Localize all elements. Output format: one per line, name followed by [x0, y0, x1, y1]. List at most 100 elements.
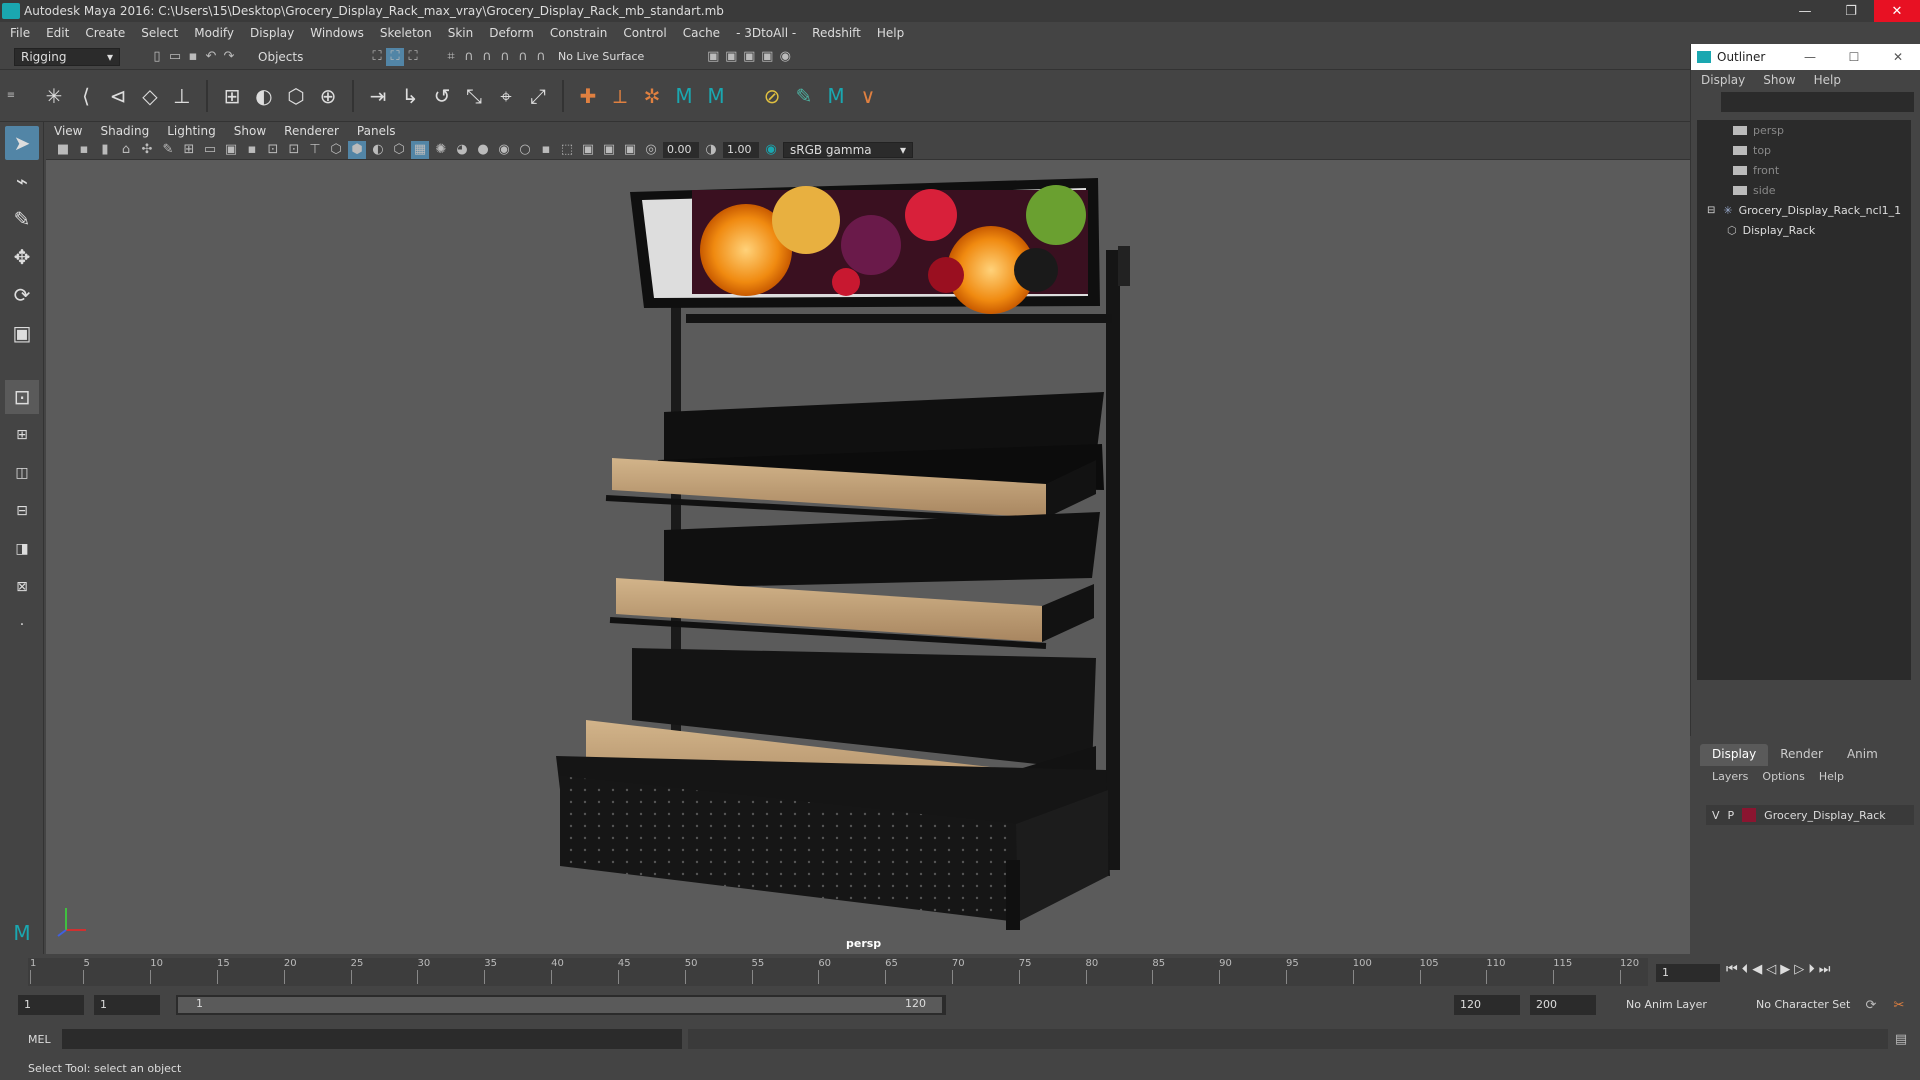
lights-icon[interactable]: ✺ [432, 141, 450, 159]
joint-tool-icon[interactable]: ✲ [636, 80, 668, 112]
hypershade-icon[interactable]: ◉ [776, 48, 794, 66]
bookmark-icon[interactable]: ▮ [96, 141, 114, 159]
color-management-icon[interactable]: ◉ [762, 141, 780, 159]
blend-shape-icon[interactable]: ⊘ [756, 80, 788, 112]
vp-menu-lighting[interactable]: Lighting [167, 124, 216, 138]
vp-menu-shading[interactable]: Shading [100, 124, 149, 138]
vp-menu-renderer[interactable]: Renderer [284, 124, 339, 138]
time-ruler[interactable]: 1 5 10 15 20 25 30 35 40 45 50 55 60 65 70 75 80 85 90 95 10… [28, 958, 1648, 986]
dof-icon[interactable]: ▪ [537, 141, 555, 159]
menu-set-dropdown[interactable]: Rigging ▾ [14, 47, 120, 66]
layout-graph-icon[interactable]: ⊠ [5, 570, 39, 604]
layout-stack-icon[interactable]: ⊟ [5, 494, 39, 528]
move-tool-icon[interactable]: ✥ [5, 240, 39, 274]
safe-action-icon[interactable]: ⊡ [285, 141, 303, 159]
tab-display[interactable]: Display [1700, 744, 1769, 766]
step-forward-key-icon[interactable]: ⏵ [1808, 962, 1815, 977]
vp-menu-show[interactable]: Show [234, 124, 266, 138]
safe-title-icon[interactable]: ⊤ [306, 141, 324, 159]
menu-windows[interactable]: Windows [310, 26, 364, 40]
layout-custom-icon[interactable]: · [5, 608, 39, 642]
scale-tool-icon[interactable]: ▣ [5, 316, 39, 350]
outliner-minimize-button[interactable]: — [1788, 50, 1832, 64]
playback-start-field[interactable]: 1 [94, 995, 160, 1015]
menu-display[interactable]: Display [250, 26, 294, 40]
paint-select-icon[interactable]: ✎ [5, 202, 39, 236]
tab-anim[interactable]: Anim [1835, 744, 1890, 766]
step-forward-frame-icon[interactable]: ▷ [1794, 962, 1804, 977]
layout-outliner-icon[interactable]: ◨ [5, 532, 39, 566]
go-start-icon[interactable]: ⏮ [1726, 962, 1738, 977]
resolution-gate-icon[interactable]: ▣ [222, 141, 240, 159]
layer-color-swatch[interactable] [1742, 808, 1757, 822]
outliner-item[interactable]: front [1697, 160, 1911, 180]
anim-prefs-icon[interactable]: ✂ [1890, 996, 1908, 1014]
select-object-icon[interactable]: ⛶ [386, 47, 404, 66]
end-time-field[interactable]: 200 [1530, 995, 1596, 1015]
layout-side-icon[interactable]: ◫ [5, 456, 39, 490]
render-settings-icon[interactable]: ▣ [758, 48, 776, 66]
grease-pencil-icon[interactable]: ✎ [159, 141, 177, 159]
exposure-field[interactable]: 0.00 [663, 141, 699, 158]
camera-select-icon[interactable]: ■ [54, 141, 72, 159]
outliner-menu-help[interactable]: Help [1814, 73, 1841, 87]
render-current-icon[interactable]: ▣ [722, 48, 740, 66]
constraint-scale-icon[interactable]: ⤡ [458, 80, 490, 112]
menu-redshift[interactable]: Redshift [812, 26, 861, 40]
outliner-item[interactable]: ⬡ Display_Rack [1697, 220, 1911, 240]
layer-visibility-toggle[interactable]: V [1712, 809, 1720, 822]
tab-render[interactable]: Render [1768, 744, 1835, 766]
constraint-aim-icon[interactable]: ⌖ [490, 80, 522, 112]
outliner-item[interactable]: ⊟ ✳ Grocery_Display_Rack_ncl1_1 [1697, 200, 1911, 220]
gamma-field[interactable]: 1.00 [723, 141, 759, 158]
snap-surface-icon[interactable]: ∩ [514, 48, 532, 66]
play-forward-icon[interactable]: ▶ [1780, 962, 1790, 977]
step-back-key-icon[interactable]: ⏴ [1742, 962, 1749, 977]
outliner-close-button[interactable]: ✕ [1876, 50, 1920, 64]
menu-constrain[interactable]: Constrain [550, 26, 608, 40]
locator-icon[interactable]: ✚ [572, 80, 604, 112]
play-back-icon[interactable]: ◁ [1766, 962, 1776, 977]
constraint-orient-icon[interactable]: ↺ [426, 80, 458, 112]
ik-handle-icon[interactable]: ⟨ [70, 80, 102, 112]
menu-cache[interactable]: Cache [683, 26, 720, 40]
menu-skeleton[interactable]: Skeleton [380, 26, 432, 40]
step-back-frame-icon[interactable]: ◀ [1752, 962, 1762, 977]
select-component-icon[interactable]: ⛶ [404, 48, 422, 66]
character-set-dropdown[interactable]: No Character Set [1750, 995, 1870, 1015]
paint-tool-icon[interactable]: ✎ [788, 80, 820, 112]
layout-four-icon[interactable]: ⊞ [5, 418, 39, 452]
new-scene-icon[interactable]: ▯ [148, 48, 166, 66]
insert-joint-icon[interactable]: ◇ [134, 80, 166, 112]
outliner-search-input[interactable] [1721, 92, 1914, 112]
2d-pan-icon[interactable]: ✣ [138, 141, 156, 159]
default-material-icon[interactable]: ◐ [369, 141, 387, 159]
xray-icon[interactable]: ▣ [579, 141, 597, 159]
range-slider[interactable]: 1 120 [176, 995, 946, 1015]
outliner-item[interactable]: side [1697, 180, 1911, 200]
field-chart-icon[interactable]: ⊡ [264, 141, 282, 159]
smooth-bind-icon[interactable]: ⊞ [216, 80, 248, 112]
snap-point-icon[interactable]: ∩ [478, 48, 496, 66]
image-plane-icon[interactable]: ⌂ [117, 141, 135, 159]
3d-scene[interactable]: persp [46, 160, 1690, 954]
menu-edit[interactable]: Edit [46, 26, 69, 40]
layout-single-icon[interactable]: ⊡ [5, 380, 39, 414]
select-tool-icon[interactable]: ➤ [5, 126, 39, 160]
grid-icon[interactable]: ⊞ [180, 141, 198, 159]
collapse-icon[interactable]: ⊟ [1707, 205, 1715, 216]
auto-key-icon[interactable]: ⟳ [1862, 996, 1880, 1014]
snap-view-icon[interactable]: ∩ [496, 48, 514, 66]
select-mode-dropdown[interactable]: Objects [252, 47, 358, 66]
anim-layer-dropdown[interactable]: No Anim Layer [1620, 995, 1740, 1015]
vp-menu-view[interactable]: View [54, 124, 82, 138]
start-time-field[interactable]: 1 [18, 995, 84, 1015]
exposure-icon[interactable]: ◎ [642, 141, 660, 159]
menu-select[interactable]: Select [141, 26, 178, 40]
constraint-pole-icon[interactable]: ⤢ [522, 80, 554, 112]
outliner-item[interactable]: persp [1697, 120, 1911, 140]
layer-playback-toggle[interactable]: P [1728, 809, 1735, 822]
wireframe-icon[interactable]: ⬡ [327, 141, 345, 159]
menu-control[interactable]: Control [623, 26, 666, 40]
lattice-icon[interactable]: ⬡ [280, 80, 312, 112]
